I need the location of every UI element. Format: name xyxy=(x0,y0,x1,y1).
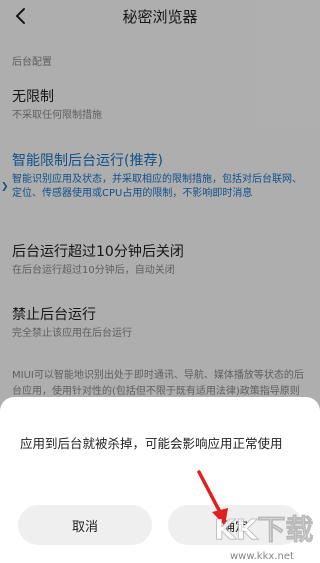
option-title: 智能限制后台运行(推荐) xyxy=(12,153,163,169)
option-smart-restriction[interactable]: 智能限制后台运行(推荐) 智能识别应用及状态，并采取相应的限制措施，包括对后台联… xyxy=(12,152,308,201)
cancel-button[interactable]: 取消 xyxy=(18,505,152,545)
header-bar: 秘密浏览器 xyxy=(0,0,320,36)
selected-indicator-icon: ❯ xyxy=(1,182,9,192)
option-title: 无限制 xyxy=(12,89,54,105)
option-no-restriction[interactable]: 无限制 不采取任何限制措施 xyxy=(12,88,308,123)
watermark-logo: KK下载 www.kkx.net xyxy=(214,513,314,562)
svg-text:www.kkx.net: www.kkx.net xyxy=(230,551,294,562)
option-forbid-background[interactable]: 禁止后台运行 完全禁止该应用在后台运行 xyxy=(12,306,308,341)
section-label: 后台配置 xyxy=(12,57,52,68)
option-title: 后台运行超过10分钟后关闭 xyxy=(12,244,184,260)
option-close-after-10min[interactable]: 后台运行超过10分钟后关闭 在后台运行超过10分钟后，自动关闭 xyxy=(12,243,308,278)
svg-text:KK下载: KK下载 xyxy=(214,513,313,546)
option-desc: 完全禁止该应用在后台运行 xyxy=(12,328,132,339)
page-title: 秘密浏览器 xyxy=(122,8,198,26)
option-desc: 智能识别应用及状态，并采取相应的限制措施，包括对后台联网、定位、传感器使用或CP… xyxy=(12,174,302,199)
dialog-message: 应用到后台就被杀掉，可能会影响应用正常使用 xyxy=(20,436,283,451)
option-desc: 在后台运行超过10分钟后，自动关闭 xyxy=(12,265,175,276)
option-desc: 不采取任何限制措施 xyxy=(12,110,102,121)
option-title: 禁止后台运行 xyxy=(12,307,96,323)
